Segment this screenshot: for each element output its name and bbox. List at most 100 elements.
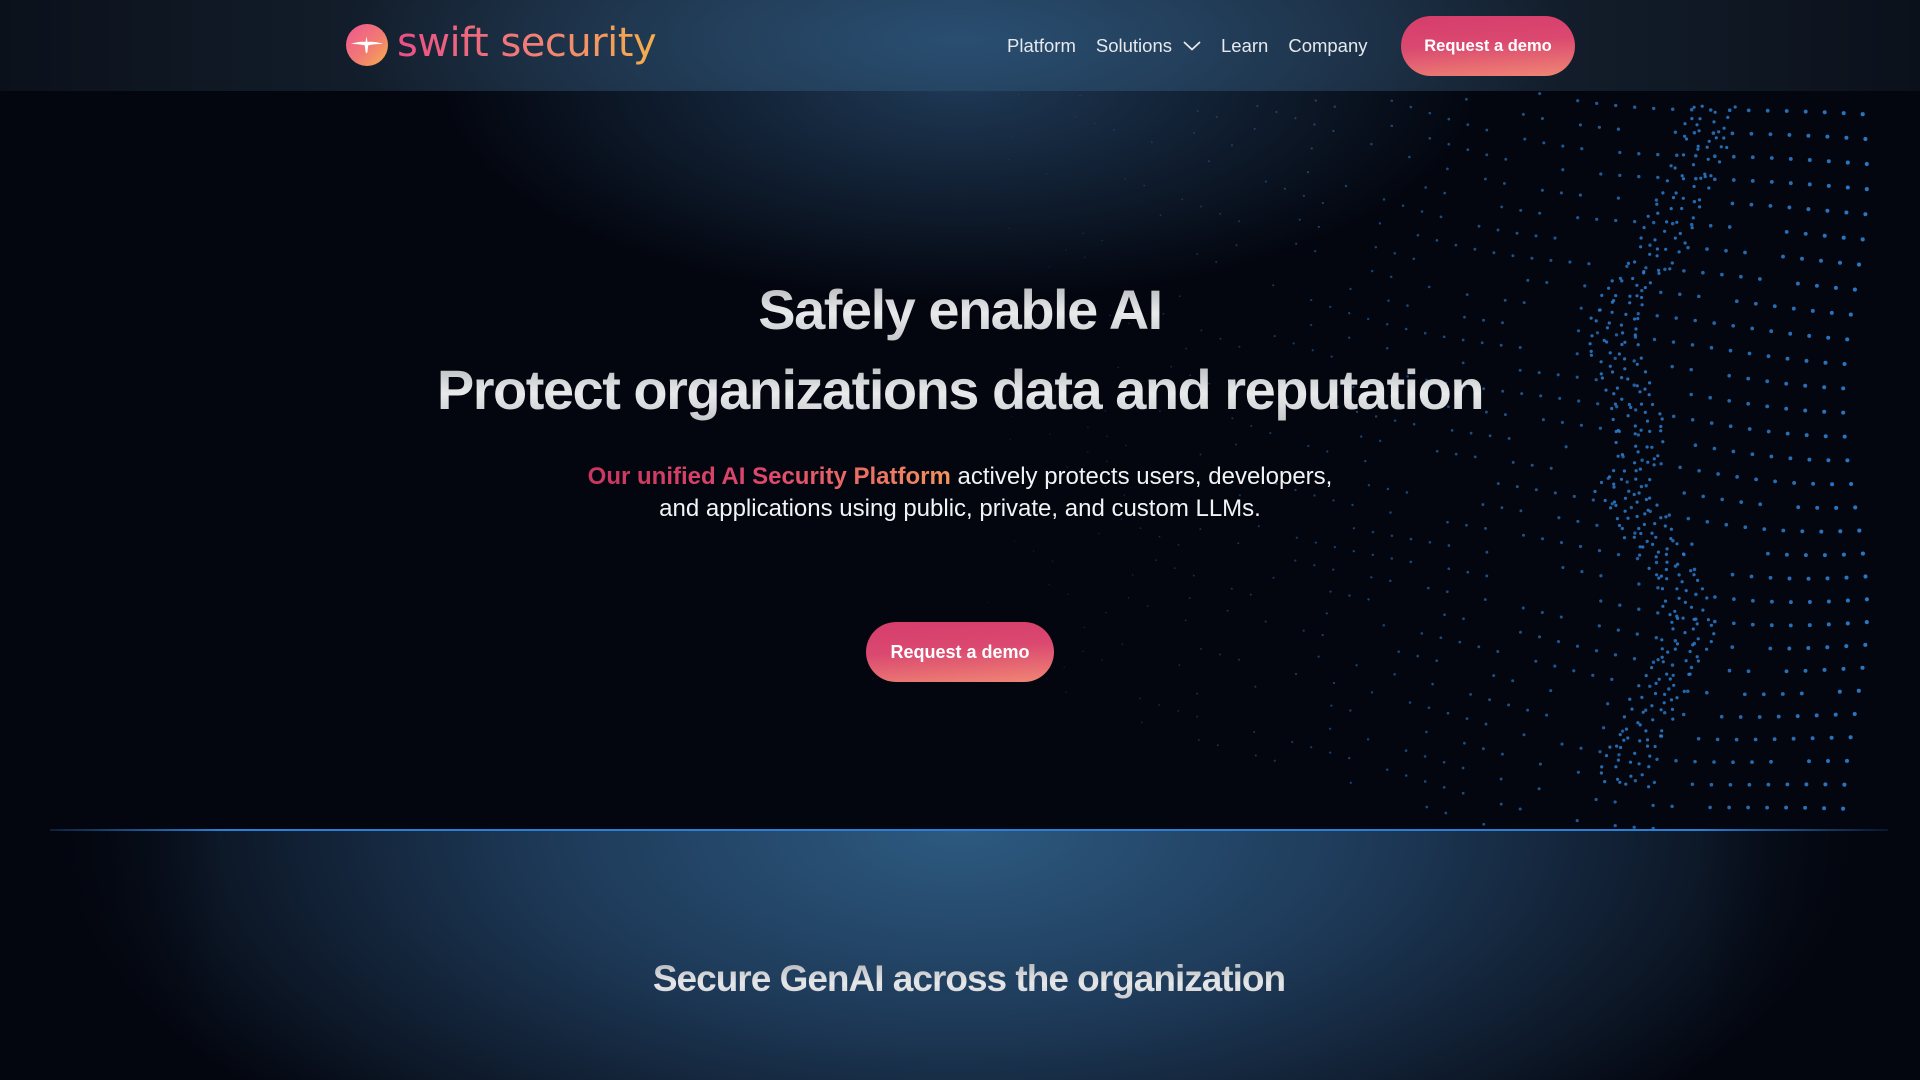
dot: [1295, 242, 1298, 245]
dot: [1768, 575, 1773, 580]
dot: [1113, 129, 1115, 131]
dot: [1727, 805, 1731, 810]
dot: [1712, 760, 1716, 764]
dot: [1691, 627, 1695, 631]
nav-item-platform[interactable]: Platform: [1007, 35, 1076, 57]
dot: [1158, 704, 1161, 706]
dot: [1188, 597, 1191, 600]
dot: [1367, 598, 1370, 601]
dot: [1804, 433, 1809, 438]
dot: [1075, 116, 1077, 118]
dot: [1641, 710, 1645, 714]
dot: [1428, 136, 1432, 140]
dot: [1650, 531, 1654, 535]
dot: [1826, 159, 1831, 164]
nav-item-solutions[interactable]: Solutions: [1096, 35, 1201, 57]
dot: [1803, 805, 1808, 810]
dot: [1822, 806, 1827, 811]
dot: [1681, 616, 1685, 620]
dot: [1302, 194, 1306, 197]
dot: [1750, 179, 1755, 183]
dot: [1660, 729, 1664, 733]
dot: [1696, 637, 1700, 641]
dot: [1427, 706, 1431, 710]
logo[interactable]: swift security: [346, 21, 657, 69]
dot: [1458, 640, 1462, 644]
dot: [1519, 208, 1523, 212]
dot: [1633, 432, 1637, 436]
dot: [1106, 435, 1108, 438]
dot: [1637, 174, 1641, 179]
dot: [1352, 550, 1356, 553]
dot: [1625, 264, 1629, 269]
dot: [1219, 653, 1221, 656]
dot: [1683, 631, 1687, 635]
dot: [1450, 429, 1454, 432]
dot: [1048, 266, 1051, 268]
nav-item-company[interactable]: Company: [1288, 35, 1367, 57]
dot: [1829, 735, 1834, 740]
dot: [1675, 696, 1679, 700]
dot: [1442, 760, 1446, 764]
dot: [1635, 632, 1639, 636]
request-demo-button-hero[interactable]: Request a demo: [866, 622, 1054, 682]
dot: [1580, 570, 1584, 574]
dot: [1657, 576, 1661, 580]
dot: [1670, 804, 1674, 809]
dot: [1370, 576, 1373, 579]
dot: [1680, 580, 1684, 584]
dot: [1618, 150, 1622, 155]
dot: [1511, 254, 1515, 258]
dot: [1841, 666, 1846, 671]
dot: [1253, 730, 1256, 734]
dot: [1645, 445, 1649, 449]
dot: [1063, 666, 1065, 668]
dot: [1674, 758, 1678, 763]
dot: [1670, 620, 1674, 624]
dot: [1420, 632, 1424, 635]
dot: [1639, 236, 1643, 240]
dot: [1692, 131, 1697, 135]
dot: [1713, 110, 1717, 114]
dot: [1661, 440, 1665, 444]
dot: [1663, 599, 1668, 603]
dot: [1785, 431, 1790, 436]
dot: [1681, 552, 1686, 556]
dot: [1671, 673, 1675, 677]
dot: [1747, 782, 1752, 787]
dot: [1676, 616, 1680, 621]
dot: [1810, 736, 1815, 741]
dot: [1559, 541, 1564, 545]
dot: [1677, 250, 1681, 254]
dot: [1575, 644, 1580, 648]
dot: [1639, 428, 1643, 432]
dot: [1637, 526, 1641, 531]
dot: [1298, 218, 1301, 221]
dot: [1712, 120, 1716, 124]
dot: [1626, 736, 1630, 740]
dot: [1488, 434, 1492, 438]
dot: [1032, 550, 1035, 552]
dot: [1766, 429, 1771, 434]
dot: [1545, 713, 1549, 717]
dot: [1442, 786, 1446, 789]
nav-item-learn[interactable]: Learn: [1221, 35, 1268, 57]
dot: [1146, 605, 1149, 607]
dot: [1125, 444, 1127, 447]
dot: [1719, 145, 1723, 149]
dot: [1234, 443, 1237, 446]
dot: [1231, 144, 1233, 147]
dot: [1727, 668, 1732, 673]
brand-name: swift security: [397, 21, 657, 69]
dot: [1654, 681, 1658, 686]
dot: [1768, 132, 1773, 137]
dot: [1686, 245, 1690, 250]
dot: [1712, 154, 1717, 159]
request-demo-button-header[interactable]: Request a demo: [1401, 16, 1575, 76]
dot: [1385, 768, 1389, 771]
dot: [1719, 714, 1724, 719]
dot: [1750, 622, 1755, 627]
dot: [1409, 105, 1413, 109]
dot: [1694, 154, 1698, 158]
dot: [1618, 733, 1622, 737]
